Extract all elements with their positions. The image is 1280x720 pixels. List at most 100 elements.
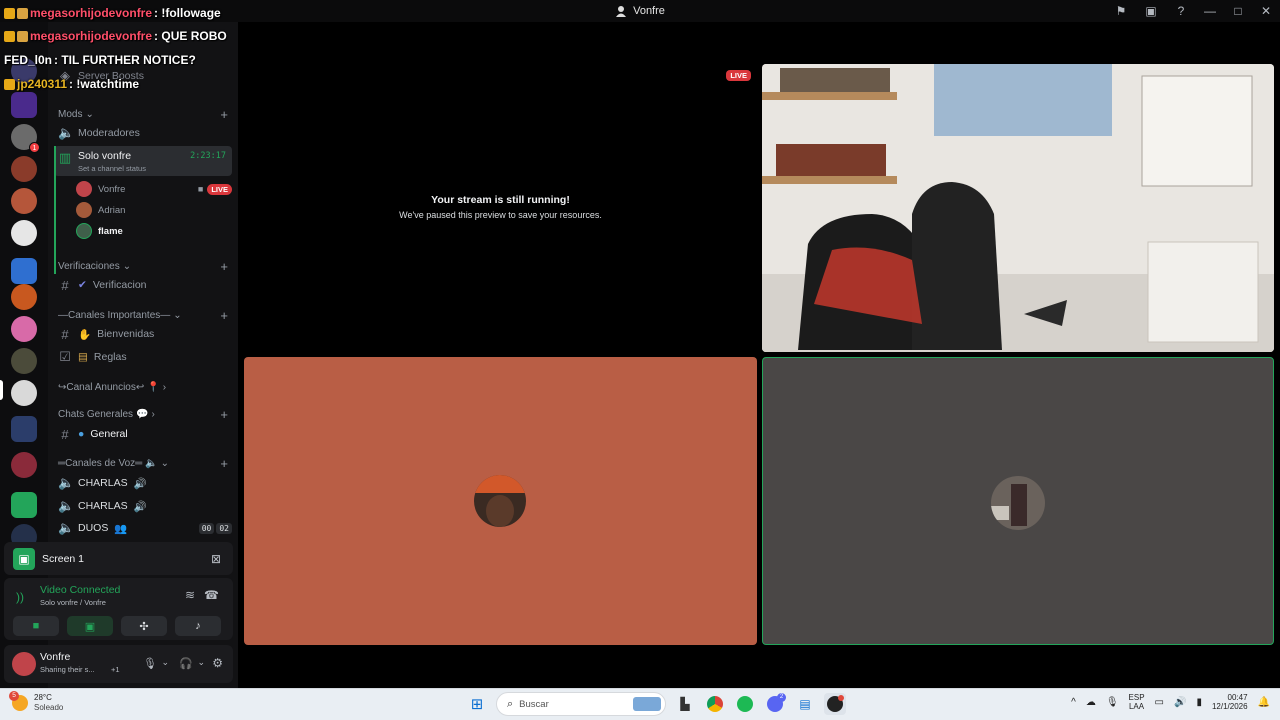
server-icon[interactable]	[11, 492, 37, 518]
voice-status: Video Connected	[40, 584, 121, 596]
channel-solo-vonfre[interactable]: ▥ Solo vonfre Set a channel status 2:23:…	[54, 146, 232, 176]
volume-icon: 🔊	[133, 477, 147, 490]
category-verificaciones[interactable]: Verificaciones ⌄ +	[58, 259, 228, 274]
user-panel: Vonfre Sharing their s... +1 🎙 ⌄ 🎧 ⌄ ⚙	[4, 645, 233, 683]
onedrive-icon[interactable]: ☁	[1086, 697, 1096, 708]
chevron-up-icon[interactable]: ^	[1071, 697, 1076, 708]
notification-bell-icon[interactable]: 🔔	[1258, 697, 1270, 708]
category-anuncios[interactable]: ↪Canal Anuncios↩ 📍 ›	[58, 382, 228, 393]
clock-time: 00:47	[1227, 693, 1248, 702]
server-icon[interactable]	[11, 452, 37, 478]
server-icon[interactable]	[11, 220, 37, 246]
taskbar-search[interactable]: ⌕ Buscar	[496, 692, 666, 716]
server-icon[interactable]	[11, 348, 37, 374]
obs-icon[interactable]	[824, 693, 846, 715]
category-mods[interactable]: Mods ⌄ +	[58, 107, 228, 122]
server-icon[interactable]	[11, 156, 37, 182]
server-icon[interactable]	[11, 92, 37, 118]
chevron-down-icon: ⌄	[122, 261, 132, 272]
channel-label: Bienvenidas	[97, 328, 155, 340]
add-channel-icon[interactable]: +	[220, 407, 228, 422]
clock[interactable]: 00:47 12/1/2026	[1212, 693, 1248, 711]
settings-gear-icon[interactable]: ⚙	[212, 656, 223, 670]
spotify-icon[interactable]	[734, 693, 756, 715]
rules-icon: ☑	[59, 349, 71, 364]
discord-icon[interactable]: 2	[764, 693, 786, 715]
paused-stream-tile[interactable]: LIVE Your stream is still running! We've…	[244, 64, 757, 352]
chat-message: : TIL FURTHER NOTICE?	[54, 53, 196, 67]
close-window-button[interactable]: ✕	[1252, 0, 1280, 22]
screen-label: Screen 1	[42, 552, 85, 565]
noise-suppression-icon[interactable]: ≋	[185, 588, 195, 602]
channel-bienvenidas[interactable]: # ✋ Bienvenidas	[54, 324, 232, 344]
voice-user[interactable]: Adrian	[76, 202, 232, 218]
chevron-right-icon: ›	[151, 409, 155, 420]
weather-widget[interactable]: 5 28°C Soleado	[9, 690, 63, 712]
battery-icon[interactable]: ▮	[1196, 697, 1202, 708]
voice-user[interactable]: flame	[76, 223, 232, 239]
add-channel-icon[interactable]: +	[220, 259, 228, 274]
stop-stream-icon[interactable]: ⊠	[211, 552, 221, 566]
server-icon[interactable]	[11, 284, 37, 310]
channel-label: Solo vonfre	[78, 150, 132, 162]
category-label: —Canales Importantes—	[58, 310, 171, 321]
headphones-icon[interactable]: 🎧	[179, 657, 193, 670]
add-channel-icon[interactable]: +	[220, 107, 228, 122]
screen-share-icon[interactable]: ▣	[1136, 0, 1166, 22]
screen-share-button[interactable]: ▣	[67, 616, 113, 636]
participant-tile-adrian[interactable]	[244, 357, 757, 645]
minimize-button[interactable]: —	[1196, 0, 1224, 22]
participant-tile-flame[interactable]	[762, 357, 1274, 645]
display-icon[interactable]: ▭	[1155, 697, 1164, 708]
language-indicator[interactable]: ESP LAA	[1129, 693, 1145, 711]
volume-icon[interactable]: 🔊	[1174, 697, 1186, 708]
notepad-icon[interactable]: ▤	[794, 693, 816, 715]
add-channel-icon[interactable]: +	[220, 456, 228, 471]
channel-status[interactable]: Set a channel status	[78, 164, 146, 173]
soundboard-button[interactable]: ♪	[175, 616, 221, 636]
voice-channel-path[interactable]: Solo vonfre / Vonfre	[40, 598, 106, 607]
channel-charlas[interactable]: 🔈 CHARLAS 🔊	[54, 496, 232, 516]
channel-duos[interactable]: 🔈 DUOS 👥 00 02	[54, 518, 232, 538]
chrome-icon[interactable]	[704, 693, 726, 715]
server-folder[interactable]	[11, 416, 37, 442]
help-icon[interactable]: ?	[1166, 0, 1196, 22]
chat-message: : QUE ROBO	[154, 29, 227, 43]
server-icon[interactable]	[11, 188, 37, 214]
channel-moderadores[interactable]: 🔈 Moderadores	[54, 123, 232, 143]
search-highlight-icon	[633, 697, 661, 711]
windows-start-icon[interactable]: ⊞	[466, 693, 488, 715]
user-name: Vonfre	[40, 651, 71, 663]
server-icon[interactable]: 1	[11, 124, 40, 153]
category-generales[interactable]: Chats Generales 💬 › +	[58, 407, 228, 422]
channel-label: CHARLAS	[78, 477, 128, 489]
paused-subtitle: We've paused this preview to save your r…	[399, 210, 602, 220]
maximize-button[interactable]: □	[1224, 0, 1252, 22]
server-icon[interactable]	[11, 316, 37, 342]
disconnect-icon[interactable]: ☎	[204, 588, 219, 602]
category-voz[interactable]: ═Canales de Voz═ 🔈 ⌄ +	[58, 456, 228, 471]
camera-button[interactable]: ■	[13, 616, 59, 636]
server-icon[interactable]	[11, 258, 37, 284]
channel-reglas[interactable]: ☑ ▤ Reglas	[54, 347, 232, 367]
activities-button[interactable]: ✣	[121, 616, 167, 636]
user-status-extra: +1	[111, 665, 120, 674]
chevron-down-icon[interactable]: ⌄	[161, 657, 169, 668]
voice-user[interactable]: Vonfre ■ LIVE	[76, 181, 232, 197]
file-explorer-icon[interactable]: ▙	[674, 693, 696, 715]
speaker-icon	[616, 6, 627, 17]
avatar[interactable]	[12, 652, 36, 676]
add-channel-icon[interactable]: +	[220, 308, 228, 323]
microphone-icon[interactable]: 🎙	[1106, 697, 1119, 708]
category-importantes[interactable]: —Canales Importantes— ⌄ +	[58, 308, 228, 323]
channel-verificacion[interactable]: # ✔ Verificacion	[54, 275, 232, 295]
webcam-tile[interactable]	[762, 64, 1274, 352]
chat-line: megasorhijodevonfre : QUE ROBO	[4, 29, 227, 43]
channel-charlas[interactable]: 🔈 CHARLAS 🔊	[54, 473, 232, 493]
server-icon[interactable]	[11, 380, 37, 406]
screen-icon: ▣	[13, 547, 35, 570]
inbox-flag-icon[interactable]: ⚑	[1106, 0, 1136, 22]
microphone-icon[interactable]: 🎙	[143, 657, 157, 670]
chevron-down-icon[interactable]: ⌄	[197, 657, 205, 668]
channel-general[interactable]: # ● General	[54, 424, 232, 444]
